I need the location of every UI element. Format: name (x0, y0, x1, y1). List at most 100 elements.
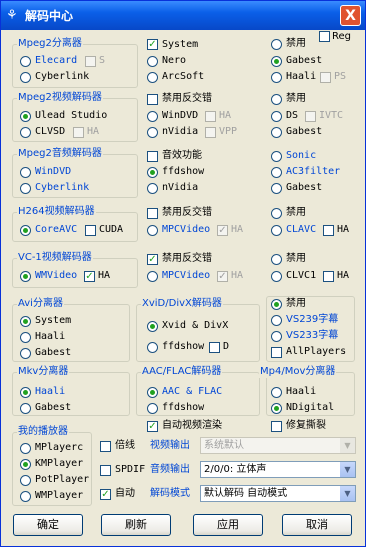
cancel-button[interactable]: 取消 (282, 514, 352, 536)
refresh-button[interactable]: 刷新 (101, 514, 171, 536)
radio-xvid-divx[interactable] (147, 321, 158, 332)
radio-haali-mp4[interactable] (271, 387, 282, 398)
radio-disable-vc1[interactable] (271, 254, 282, 265)
deint-checkbox-mpeg2[interactable] (147, 94, 158, 105)
radio-mpcvideo-vc1[interactable] (147, 271, 158, 282)
radio-gabest-mkv[interactable] (20, 403, 31, 414)
label-arcsoft: ArcSoft (162, 71, 205, 82)
video-out-value: 系统默认 (204, 440, 244, 451)
radio-elecard[interactable] (20, 56, 31, 67)
radio-disable-split[interactable] (271, 39, 282, 50)
spdif-checkbox[interactable] (100, 465, 111, 476)
s-label: S (99, 55, 106, 66)
radio-gabest-audio[interactable] (271, 183, 282, 194)
label-sonic: Sonic (286, 150, 317, 161)
radio-potplayer[interactable] (20, 475, 31, 486)
close-button[interactable]: X (340, 5, 361, 26)
radio-gabest-avi[interactable] (20, 348, 31, 359)
radio-clvsd[interactable] (20, 127, 31, 138)
radio-wmvideo[interactable] (20, 271, 31, 282)
radio-disable-video[interactable] (271, 94, 282, 105)
radio-coreavc[interactable] (20, 225, 31, 236)
ha-checkbox-windvd[interactable] (205, 111, 216, 122)
radio-cyberlink-split[interactable] (20, 72, 31, 83)
ivtc-checkbox[interactable] (305, 111, 316, 122)
radio-cyberlink-audio[interactable] (20, 183, 31, 194)
radio-nvidia-video[interactable] (147, 127, 158, 138)
chevron-down-icon: ▼ (340, 462, 355, 477)
radio-aac-flac[interactable] (147, 387, 158, 398)
xvid-group (136, 304, 260, 362)
audio-out-value: 2/0/0: 立体声 (204, 464, 267, 475)
radio-ffdshow-audio[interactable] (147, 167, 158, 178)
radio-ffdshow-aac[interactable] (147, 403, 158, 414)
radio-clvc1[interactable] (271, 271, 282, 282)
ha-label-wmvideo: HA (98, 270, 111, 281)
mkv-title: Mkv分离器 (17, 366, 70, 378)
video-out-select[interactable]: 系统默认 ▼ (200, 437, 356, 454)
radio-windvd-audio[interactable] (20, 167, 31, 178)
cuda-label: CUDA (99, 224, 124, 235)
ok-button[interactable]: 确定 (13, 514, 83, 536)
ha-checkbox-wmvideo[interactable]: ✓ (84, 271, 95, 282)
radio-system-avi[interactable] (20, 316, 31, 327)
radio-haali-mkv[interactable] (20, 387, 31, 398)
reg-checkbox[interactable] (319, 31, 330, 42)
label-nero: Nero (162, 55, 187, 66)
decode-mode-label: 解码模式 (150, 488, 190, 499)
radio-disable-subs[interactable] (271, 299, 282, 310)
deint-checkbox-vc1[interactable]: ✓ (147, 254, 158, 265)
cuda-checkbox[interactable] (85, 225, 96, 236)
radio-sonic[interactable] (271, 151, 282, 162)
radio-windvd-video[interactable] (147, 111, 158, 122)
spdif-label: SPDIF (115, 464, 146, 475)
apply-button[interactable]: 应用 (193, 514, 263, 536)
vc1-title: VC-1视频解码器 (17, 252, 93, 264)
ha-checkbox-h264[interactable]: ✓ (217, 225, 228, 236)
ha-checkbox-clvc1[interactable] (323, 271, 334, 282)
radio-haali-split[interactable] (271, 72, 282, 83)
radio-vs233[interactable] (271, 331, 282, 342)
radio-ac3filter[interactable] (271, 167, 282, 178)
radio-nero[interactable] (147, 56, 158, 67)
radio-gabest-video[interactable] (271, 127, 282, 138)
auto-label: 自动 (115, 488, 135, 499)
radio-ds-video[interactable] (271, 111, 282, 122)
radio-arcsoft[interactable] (147, 72, 158, 83)
radio-vs239[interactable] (271, 315, 282, 326)
radio-disable-h264[interactable] (271, 208, 282, 219)
radio-clavc[interactable] (271, 225, 282, 236)
radio-gabest-split[interactable] (271, 56, 282, 67)
d-checkbox[interactable] (209, 342, 220, 353)
radio-ndigital[interactable] (271, 403, 282, 414)
beixian-checkbox[interactable] (100, 441, 111, 452)
video-out-label: 视频输出 (150, 440, 190, 451)
auto-checkbox[interactable]: ✓ (100, 489, 111, 500)
system-checkbox[interactable]: ✓ (147, 39, 158, 50)
ps-checkbox[interactable] (320, 72, 331, 83)
radio-haali-avi[interactable] (20, 332, 31, 343)
label-nvidia-video: nVidia (162, 126, 199, 137)
audio-out-select[interactable]: 2/0/0: 立体声 ▼ (200, 461, 356, 478)
decode-mode-select[interactable]: 默认解码 自动模式 ▼ (200, 485, 356, 502)
radio-mplayerc[interactable] (20, 443, 31, 454)
deint-checkbox-h264[interactable] (147, 208, 158, 219)
auto-render-checkbox[interactable]: ✓ (147, 421, 158, 432)
effect-checkbox[interactable] (147, 151, 158, 162)
s-checkbox[interactable] (85, 56, 96, 67)
allplayers-checkbox[interactable] (271, 347, 282, 358)
ha-checkbox-clvsd[interactable] (73, 127, 84, 138)
vpp-checkbox[interactable] (205, 127, 216, 138)
ha-checkbox-vc1[interactable]: ✓ (217, 271, 228, 282)
radio-mpcvideo-h264[interactable] (147, 225, 158, 236)
repair-label: 修复撕裂 (286, 420, 326, 431)
mp4-title: Mp4/Mov分离器 (259, 366, 337, 378)
ha-checkbox-clavc[interactable] (323, 225, 334, 236)
radio-ffdshow-xvid[interactable] (147, 342, 158, 353)
radio-wmplayer[interactable] (20, 491, 31, 502)
radio-kmplayer[interactable] (20, 459, 31, 470)
radio-ulead[interactable] (20, 111, 31, 122)
radio-nvidia-audio[interactable] (147, 183, 158, 194)
repair-checkbox[interactable] (271, 421, 282, 432)
label-disable-video: 禁用 (286, 93, 306, 104)
